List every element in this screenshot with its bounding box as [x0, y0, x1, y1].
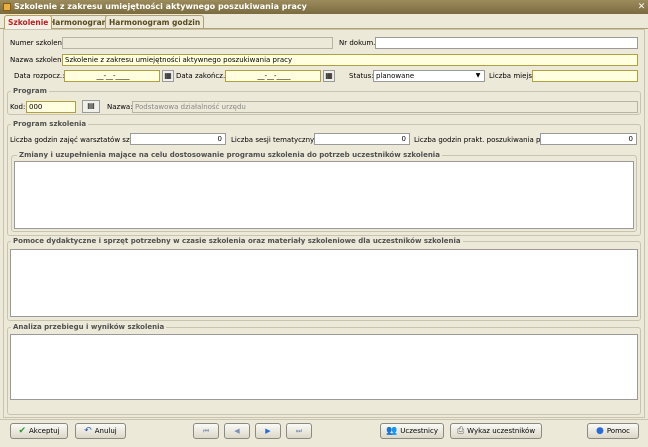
uczestnicy-label: Uczestnicy [400, 427, 438, 435]
tab-harmonogram[interactable]: Harmonogram [45, 15, 114, 29]
pomoce-textarea[interactable] [10, 249, 638, 317]
data-rozpoczecia-label: Data rozpocz.: [14, 72, 65, 80]
window-title-bar: Szkolenie z zakresu umiejętności aktywne… [0, 0, 648, 14]
app-icon [3, 3, 11, 11]
document-icon: ▤ [87, 101, 95, 110]
tab-szkolenie[interactable]: Szkolenie [4, 15, 53, 29]
godzin-praktyki-field[interactable]: 0 [540, 133, 637, 145]
data-zakonczenia-label: Data zakończ.: [176, 72, 228, 80]
program-szkolenia-legend: Program szkolenia [11, 120, 89, 129]
print-icon: ⎙ [456, 426, 465, 436]
program-legend: Program [11, 87, 49, 96]
program-nazwa-field: Podstawowa działalność urzędu [132, 101, 638, 113]
nr-dokum-label: Nr dokum.: [339, 39, 378, 47]
nr-dokum-field[interactable] [375, 37, 638, 49]
chevron-down-icon[interactable]: ▼ [473, 71, 483, 81]
godzin-warsztatow-label: Liczba godzin zajęć warsztatów szkol.: [10, 136, 145, 144]
window-title: Szkolenie z zakresu umiejętności aktywne… [14, 2, 307, 11]
tab-harmonogram-godzin[interactable]: Harmonogram godzin [105, 15, 205, 29]
godzin-praktyki-label: Liczba godzin prakt. poszukiwania pracy: [414, 136, 558, 144]
godzin-warsztatow-field[interactable]: 0 [130, 133, 226, 145]
help-icon: ● [595, 426, 604, 436]
calendar-icon[interactable]: ▦ [162, 70, 174, 82]
akceptuj-label: Akceptuj [28, 427, 60, 435]
lookup-button[interactable]: ▤ [82, 100, 100, 113]
liczba-miejsc-field[interactable] [532, 70, 638, 82]
zmiany-textarea[interactable] [14, 161, 634, 229]
analiza-textarea[interactable] [10, 334, 638, 400]
undo-icon: ↶ [84, 426, 92, 436]
zmiany-legend: Zmiany i uzupełnienia mające na celu dos… [17, 151, 442, 160]
prev-record-icon[interactable]: ◀ [224, 423, 250, 439]
status-value: planowane [376, 72, 415, 80]
program-nazwa-label: Nazwa: [107, 103, 133, 111]
users-icon: 👥 [386, 426, 398, 436]
kod-field[interactable]: 000 [26, 101, 76, 113]
status-label: Status: [349, 72, 374, 80]
status-select[interactable]: planowane ▼ [373, 70, 485, 82]
calendar-icon[interactable]: ▦ [323, 70, 335, 82]
nazwa-szkolenia-field[interactable]: Szkolenie z zakresu umiejętności aktywne… [62, 54, 638, 66]
liczba-miejsc-label: Liczba miejsc: [489, 72, 539, 80]
liczba-sesji-field[interactable]: 0 [314, 133, 410, 145]
anuluj-label: Anuluj [94, 427, 117, 435]
close-icon[interactable]: ✕ [636, 1, 647, 13]
wykaz-uczestnikow-button[interactable]: ⎙ Wykaz uczestników [450, 423, 542, 439]
next-record-icon[interactable]: ▶ [255, 423, 281, 439]
checkmark-icon: ✔ [18, 426, 26, 436]
pomoc-button[interactable]: ● Pomoc [587, 423, 639, 439]
uczestnicy-button[interactable]: 👥 Uczestnicy [380, 423, 444, 439]
data-rozpoczecia-field[interactable]: __-__-____ [64, 70, 160, 82]
last-record-icon[interactable]: ⏭ [286, 423, 312, 439]
pomoc-label: Pomoc [606, 427, 631, 435]
data-zakonczenia-field[interactable]: __-__-____ [225, 70, 321, 82]
wykaz-label: Wykaz uczestników [467, 427, 536, 435]
analiza-legend: Analiza przebiegu i wyników szkolenia [11, 323, 167, 332]
first-record-icon[interactable]: ⏮ [193, 423, 219, 439]
akceptuj-button[interactable]: ✔ Akceptuj [10, 423, 68, 439]
footer-divider [0, 419, 648, 420]
numer-szkolenia-field [62, 37, 333, 49]
pomoce-legend: Pomoce dydaktyczne i sprzęt potrzebny w … [11, 237, 463, 246]
liczba-sesji-label: Liczba sesji tematycznych: [231, 136, 325, 144]
anuluj-button[interactable]: ↶ Anuluj [75, 423, 126, 439]
kod-label: Kod: [10, 103, 26, 111]
